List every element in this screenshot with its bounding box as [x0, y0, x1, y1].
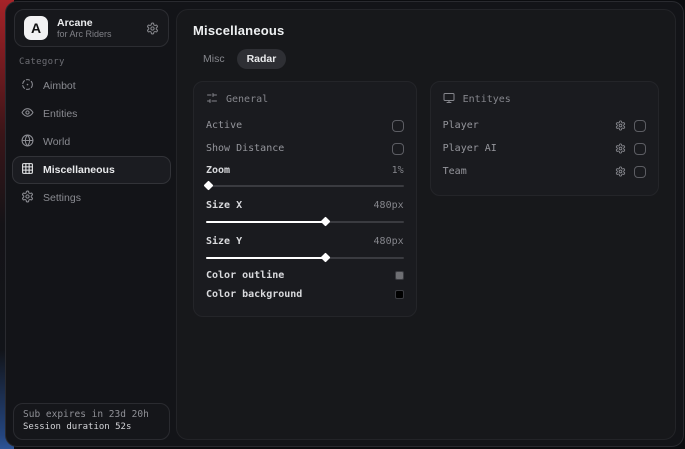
- general-card-header: General: [206, 92, 404, 107]
- app-header: A Arcane for Arc Riders: [14, 9, 169, 47]
- entity-label: Player AI: [443, 143, 497, 154]
- slider-track: [206, 185, 404, 187]
- color-row-background: Color background: [206, 285, 404, 304]
- monitor-icon: [443, 92, 455, 107]
- player-gear-icon[interactable]: [615, 120, 626, 131]
- team-checkbox[interactable]: [634, 166, 646, 178]
- app-subtitle: for Arc Riders: [57, 29, 137, 39]
- gear-icon: [21, 190, 34, 206]
- sidebar-item-settings[interactable]: Settings: [12, 184, 171, 212]
- session-duration-text: Session duration 52s: [23, 422, 160, 432]
- size-y-slider[interactable]: [206, 254, 404, 262]
- slider-fill: [206, 221, 325, 223]
- grid-icon: [21, 162, 34, 178]
- general-card-title: General: [226, 94, 268, 105]
- sidebar: A Arcane for Arc Riders Category Aimbot: [6, 2, 176, 446]
- sidebar-item-label: Settings: [43, 192, 81, 204]
- app-title: Arcane: [57, 17, 137, 29]
- show-distance-checkbox[interactable]: [392, 143, 404, 155]
- arcane-window: A Arcane for Arc Riders Category Aimbot: [5, 1, 684, 447]
- sliders-icon: [206, 92, 218, 107]
- entities-card: Entityes Player Player AI: [430, 81, 659, 196]
- slider-value: 1%: [392, 165, 404, 176]
- tab-bar: Misc Radar: [193, 49, 659, 69]
- app-names: Arcane for Arc Riders: [57, 17, 137, 39]
- slider-row-zoom: Zoom 1%: [206, 160, 404, 180]
- sidebar-item-label: Miscellaneous: [43, 164, 115, 176]
- zoom-slider[interactable]: [206, 182, 404, 190]
- tab-misc[interactable]: Misc: [193, 49, 235, 69]
- sidebar-nav: Aimbot Entities World Miscellaneous: [12, 72, 171, 212]
- color-background-swatch[interactable]: [395, 290, 404, 299]
- entity-row-player: Player: [443, 114, 646, 137]
- color-label: Color outline: [206, 270, 284, 281]
- size-x-slider[interactable]: [206, 218, 404, 226]
- entity-label: Player: [443, 120, 479, 131]
- app-logo: A: [24, 16, 48, 40]
- app-settings-gear-icon[interactable]: [146, 22, 159, 35]
- color-label: Color background: [206, 289, 302, 300]
- toggle-label: Show Distance: [206, 143, 284, 154]
- slider-fill: [206, 257, 325, 259]
- color-row-outline: Color outline: [206, 266, 404, 285]
- slider-thumb[interactable]: [320, 253, 330, 263]
- sub-expiry-text: Sub expires in 23d 20h: [23, 409, 160, 420]
- slider-label: Zoom: [206, 165, 230, 176]
- entity-row-team: Team: [443, 160, 646, 183]
- sidebar-item-label: Entities: [43, 108, 77, 120]
- toggle-row-active: Active: [206, 114, 404, 137]
- slider-row-size-y: Size Y 480px: [206, 230, 404, 252]
- active-checkbox[interactable]: [392, 120, 404, 132]
- entity-label: Team: [443, 166, 467, 177]
- globe-icon: [21, 134, 34, 150]
- sidebar-item-label: Aimbot: [43, 80, 76, 92]
- slider-label: Size X: [206, 200, 242, 211]
- toggle-label: Active: [206, 120, 242, 131]
- main-panel: Miscellaneous Misc Radar General Active: [176, 9, 676, 440]
- page-title: Miscellaneous: [193, 23, 659, 38]
- tab-radar[interactable]: Radar: [237, 49, 287, 69]
- category-label: Category: [19, 57, 65, 67]
- cards-row: General Active Show Distance Zoom 1%: [193, 81, 659, 317]
- toggle-row-show-distance: Show Distance: [206, 137, 404, 160]
- entities-card-title: Entityes: [463, 94, 511, 105]
- player-ai-gear-icon[interactable]: [615, 143, 626, 154]
- entity-row-player-ai: Player AI: [443, 137, 646, 160]
- color-outline-swatch[interactable]: [395, 271, 404, 280]
- sidebar-item-world[interactable]: World: [12, 128, 171, 156]
- player-ai-checkbox[interactable]: [634, 143, 646, 155]
- sidebar-item-aimbot[interactable]: Aimbot: [12, 72, 171, 100]
- eye-icon: [21, 106, 34, 122]
- slider-value: 480px: [374, 200, 404, 211]
- slider-row-size-x: Size X 480px: [206, 194, 404, 216]
- slider-thumb[interactable]: [204, 181, 214, 191]
- slider-label: Size Y: [206, 236, 242, 247]
- sidebar-item-entities[interactable]: Entities: [12, 100, 171, 128]
- slider-thumb[interactable]: [320, 217, 330, 227]
- subscription-info: Sub expires in 23d 20h Session duration …: [13, 403, 170, 440]
- crosshair-icon: [21, 78, 34, 94]
- sidebar-item-label: World: [43, 136, 70, 148]
- sidebar-item-miscellaneous[interactable]: Miscellaneous: [12, 156, 171, 184]
- entities-card-header: Entityes: [443, 92, 646, 107]
- general-card: General Active Show Distance Zoom 1%: [193, 81, 417, 317]
- slider-value: 480px: [374, 236, 404, 247]
- player-checkbox[interactable]: [634, 120, 646, 132]
- team-gear-icon[interactable]: [615, 166, 626, 177]
